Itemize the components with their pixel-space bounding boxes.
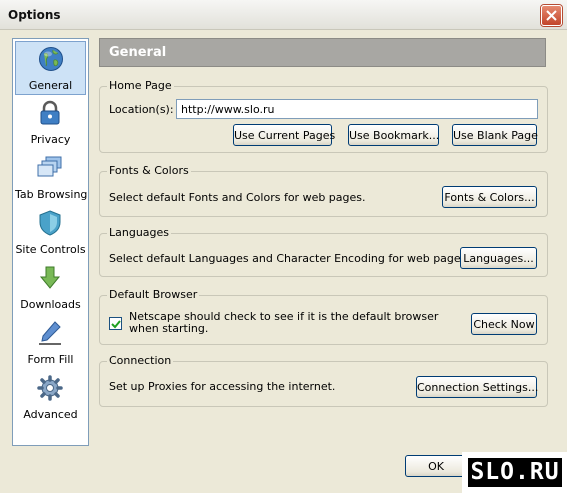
group-title: Default Browser (107, 288, 200, 301)
check-now-button[interactable]: Check Now (471, 313, 537, 335)
close-icon (546, 10, 557, 21)
sidebar-item-tab-browsing[interactable]: Tab Browsing (15, 151, 88, 205)
gear-icon (37, 375, 63, 401)
globe-icon (39, 47, 63, 71)
languages-description: Select default Languages and Character E… (109, 252, 470, 265)
category-sidebar: General Privacy Tab Browsing Site Contro… (12, 38, 89, 446)
ok-button[interactable]: OK (405, 455, 467, 477)
watermark-text: SLO.RU (468, 458, 562, 487)
sidebar-item-label: Tab Browsing (15, 188, 88, 201)
group-title: Connection (107, 354, 174, 367)
group-title: Home Page (107, 79, 174, 92)
use-bookmark-button[interactable]: Use Bookmark... (348, 124, 439, 146)
close-button[interactable] (541, 5, 562, 26)
sidebar-item-form-fill[interactable]: Form Fill (15, 316, 86, 370)
title-bar: Options (0, 0, 567, 30)
window-title: Options (8, 8, 61, 22)
tabs-icon (37, 156, 62, 177)
group-title: Fonts & Colors (107, 164, 191, 177)
sidebar-item-downloads[interactable]: Downloads (15, 261, 86, 315)
section-header: General (99, 38, 546, 67)
use-current-pages-button[interactable]: Use Current Pages (233, 124, 335, 146)
connection-description: Set up Proxies for accessing the interne… (109, 380, 336, 393)
shield-icon (39, 210, 61, 236)
home-page-group: Home Page Location(s): Use Current Pages… (99, 79, 548, 153)
default-browser-checkbox[interactable] (109, 317, 122, 330)
default-browser-check-label: Netscape should check to see if it is th… (129, 310, 439, 335)
sidebar-item-label: Privacy (30, 133, 71, 146)
location-label: Location(s): (109, 103, 174, 116)
sidebar-item-label: Site Controls (15, 243, 86, 256)
watermark-logo: SLO.RU (462, 452, 567, 493)
use-blank-page-button[interactable]: Use Blank Page (452, 124, 538, 146)
connection-settings-button[interactable]: Connection Settings... (416, 376, 538, 398)
languages-button[interactable]: Languages... (460, 247, 537, 269)
location-input[interactable] (176, 99, 538, 119)
options-dialog: Options General Privacy Tab Browsing Sit… (0, 0, 567, 493)
languages-group: Languages Select default Languages and C… (99, 226, 548, 277)
fonts-colors-description: Select default Fonts and Colors for web … (109, 191, 366, 204)
checkmark-icon (111, 320, 121, 329)
download-arrow-icon (39, 266, 61, 289)
fonts-colors-group: Fonts & Colors Select default Fonts and … (99, 164, 548, 217)
sidebar-item-label: Downloads (20, 298, 81, 311)
sidebar-item-site-controls[interactable]: Site Controls (15, 206, 86, 260)
fonts-colors-button[interactable]: Fonts & Colors... (442, 186, 537, 208)
sidebar-item-general[interactable]: General (15, 41, 86, 95)
pen-icon (39, 321, 61, 345)
sidebar-item-label: Advanced (23, 408, 78, 421)
group-title: Languages (107, 226, 172, 239)
sidebar-item-privacy[interactable]: Privacy (15, 96, 86, 150)
sidebar-item-label: Form Fill (27, 353, 74, 366)
default-browser-group: Default Browser Netscape should check to… (99, 288, 548, 345)
sidebar-item-label: General (28, 79, 73, 92)
section-title: General (109, 45, 167, 60)
connection-group: Connection Set up Proxies for accessing … (99, 354, 548, 407)
lock-icon (40, 100, 60, 125)
sidebar-item-advanced[interactable]: Advanced (15, 371, 86, 425)
